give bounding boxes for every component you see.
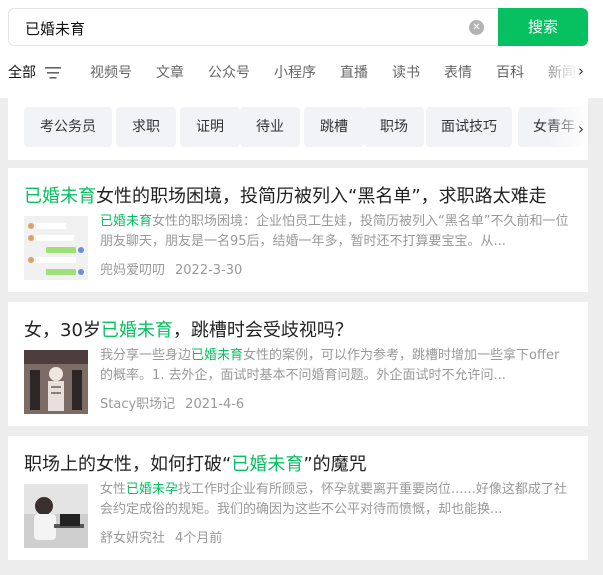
tab-articles[interactable]: 文章: [156, 62, 184, 82]
result-source[interactable]: 兜妈爱叨叨: [100, 263, 165, 278]
result-date: 2021-4-6: [185, 397, 245, 412]
tab-encyclopedia[interactable]: 百科: [496, 62, 524, 82]
chip-unemployed[interactable]: 待业: [240, 107, 300, 147]
tab-stickers[interactable]: 表情: [444, 62, 472, 82]
chip-interview-tips[interactable]: 面试技巧: [426, 107, 512, 147]
filter-icon[interactable]: [45, 67, 61, 79]
result-card[interactable]: 职场上的女性，如何打破“已婚未育”的魔咒 女性已婚未孕找工作时企业有所顾忌，怀孕…: [8, 436, 588, 560]
tabs-next-arrow-icon[interactable]: ›: [578, 62, 584, 80]
chat-screenshot-thumbnail: [24, 216, 88, 280]
tabs-fade: [538, 58, 578, 86]
chip-job-switch[interactable]: 跳槽: [304, 107, 364, 147]
result-source[interactable]: 舒女妍究社: [100, 531, 165, 546]
result-description: 我分享一些身边已婚未育女性的案例，可以作为参考，跳槽时增加一些拿下offer的概…: [100, 348, 560, 383]
search-button[interactable]: 搜索: [498, 8, 588, 46]
result-title[interactable]: 已婚未育女性的职场困境，投简历被列入“黑名单”，求职路太难走: [24, 182, 547, 208]
search-input[interactable]: 已婚未育 ✕: [8, 8, 498, 46]
result-meta: 兜妈爱叨叨 2022-3-30: [100, 259, 242, 278]
tab-channels[interactable]: 视频号: [90, 62, 132, 82]
result-meta: Stacy职场记 2021-4-6: [100, 393, 244, 412]
related-search-chips: 考公务员 求职 证明 待业 跳槽 职场 面试技巧 女青年: [8, 96, 588, 160]
result-card[interactable]: 女，30岁已婚未育，跳槽时会受歧视吗？ 我分享一些身边已婚未育女性的案例，可以作…: [8, 302, 588, 426]
result-date: 4个月前: [175, 531, 223, 546]
chip-civil-service[interactable]: 考公务员: [24, 107, 112, 147]
tab-mini-programs[interactable]: 小程序: [274, 62, 316, 82]
office-scene-thumbnail: [24, 350, 88, 414]
tab-books[interactable]: 读书: [392, 62, 420, 82]
chip-job-hunting[interactable]: 求职: [116, 107, 176, 147]
search-query-text: 已婚未育: [25, 20, 86, 38]
clear-circle-icon[interactable]: ✕: [469, 20, 484, 35]
tab-all[interactable]: 全部: [8, 62, 36, 82]
result-description: 女性已婚未孕找工作时企业有所顾忌，怀孕就要离开重要岗位......好像这都成了社…: [100, 482, 567, 517]
tab-official-accounts[interactable]: 公众号: [208, 62, 250, 82]
result-title[interactable]: 职场上的女性，如何打破“已婚未育”的魔咒: [24, 450, 367, 476]
result-card[interactable]: 已婚未育女性的职场困境，投简历被列入“黑名单”，求职路太难走 已婚未育女性的职场…: [8, 168, 588, 292]
result-meta: 舒女妍究社 4个月前: [100, 527, 222, 546]
tab-live[interactable]: 直播: [340, 62, 368, 82]
category-tabs: 全部 视频号 文章 公众号 小程序 直播 读书 表情 百科 新闻: [0, 58, 578, 86]
result-source[interactable]: Stacy职场记: [100, 397, 175, 412]
result-title[interactable]: 女，30岁已婚未育，跳槽时会受歧视吗？: [24, 316, 353, 342]
woman-working-thumbnail: [24, 484, 88, 548]
result-date: 2022-3-30: [175, 263, 243, 278]
result-description: 已婚未育女性的职场困境：企业怕员工生娃，投简历被列入“黑名单”不久前和一位朋友聊…: [100, 214, 569, 249]
top-bar: 已婚未育 ✕ 搜索 全部 视频号 文章 公众号 小程序 直播 读书 表情 百科 …: [0, 0, 603, 98]
chip-certificate[interactable]: 证明: [180, 107, 240, 147]
chip-workplace[interactable]: 职场: [364, 107, 424, 147]
chips-next-arrow-icon[interactable]: ›: [578, 120, 584, 138]
